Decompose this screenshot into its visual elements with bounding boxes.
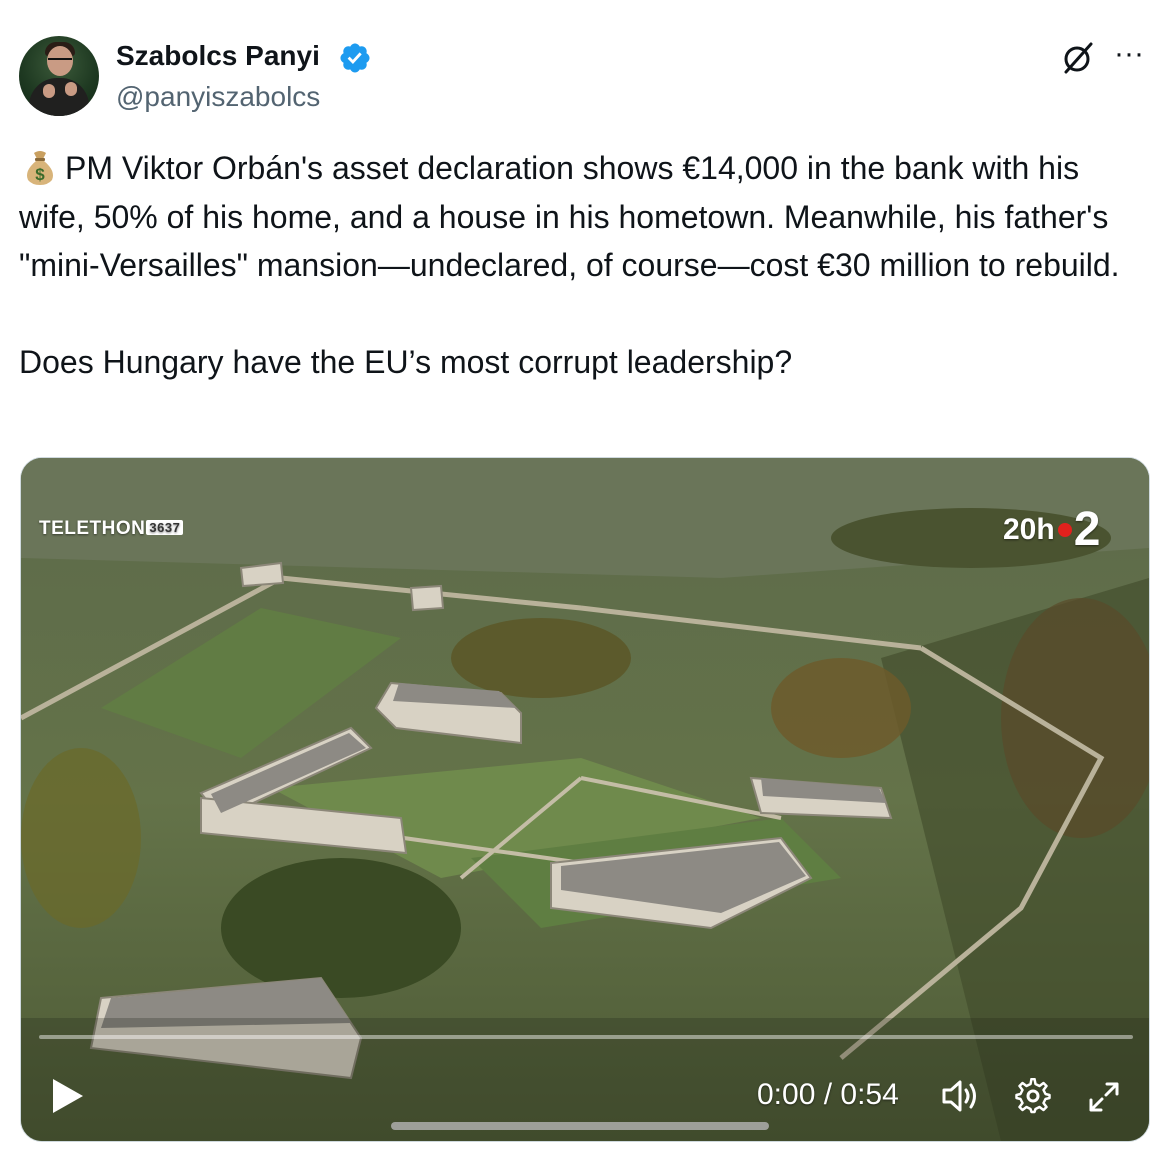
settings-icon[interactable] (1015, 1078, 1051, 1114)
svg-text:$: $ (35, 165, 45, 184)
telethon-logo: TELETHON 3637 (39, 518, 184, 540)
author-handle[interactable]: @panyiszabolcs (116, 80, 320, 114)
media-scrollbar[interactable] (391, 1122, 769, 1130)
play-icon[interactable] (49, 1076, 85, 1116)
verified-badge-icon (340, 43, 370, 73)
time-display: 0:00 / 0:54 (757, 1078, 899, 1111)
more-icon[interactable]: ··· (1114, 39, 1150, 70)
tweet-body: PM Viktor Orbán's asset declaration show… (19, 150, 1120, 380)
tweet-text: $ PM Viktor Orbán's asset declaration sho… (19, 144, 1149, 387)
progress-bar[interactable] (39, 1035, 1133, 1039)
avatar[interactable] (19, 36, 99, 116)
author-name[interactable]: Szabolcs Panyi (116, 38, 320, 74)
fullscreen-icon[interactable] (1087, 1080, 1121, 1114)
grok-icon[interactable] (1060, 40, 1096, 76)
money-bag-icon: $ (27, 151, 53, 185)
channel-logo: 20h 2 (1003, 503, 1101, 556)
volume-icon[interactable] (941, 1078, 983, 1114)
video-player[interactable]: TELETHON 3637 20h 2 0:00 / 0:54 (20, 457, 1150, 1142)
